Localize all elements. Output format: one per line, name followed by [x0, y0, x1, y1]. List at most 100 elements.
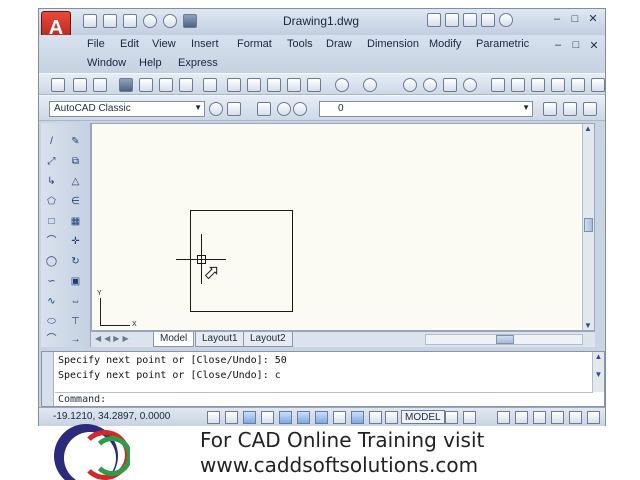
polyline-icon[interactable]: ↳: [45, 175, 58, 188]
save-icon[interactable]: [93, 78, 107, 92]
plot-icon[interactable]: [183, 14, 197, 28]
minimize-icon[interactable]: –: [549, 13, 565, 27]
polar-icon[interactable]: [279, 411, 292, 424]
quick-view-drawings-icon[interactable]: [463, 411, 476, 424]
menu-insert[interactable]: Insert: [191, 38, 219, 50]
lineweight-icon[interactable]: [369, 411, 382, 424]
arc-icon[interactable]: ⌒: [45, 235, 58, 248]
move-icon[interactable]: ✛: [69, 235, 82, 248]
block-editor-icon[interactable]: [307, 78, 321, 92]
restore-icon[interactable]: □: [567, 13, 583, 27]
layer-properties-icon[interactable]: [257, 102, 271, 116]
layer-states-icon[interactable]: [583, 102, 597, 116]
scroll-up-icon[interactable]: ▲: [584, 124, 592, 133]
quick-properties-icon[interactable]: [385, 411, 398, 424]
tab-navigation-arrows[interactable]: ◀◀▶▶: [95, 334, 132, 343]
offset-icon[interactable]: ∈: [69, 195, 82, 208]
save-icon[interactable]: [123, 14, 137, 28]
coordinate-display[interactable]: -19.1210, 34.2897, 0.0000: [53, 411, 170, 422]
grid-icon[interactable]: [243, 411, 256, 424]
quickcalc-icon[interactable]: [591, 78, 605, 92]
vertical-scrollbar[interactable]: ▲ ▼: [582, 124, 594, 330]
otrack-icon[interactable]: [315, 411, 328, 424]
pan-status-icon[interactable]: [497, 411, 510, 424]
dynamic-input-icon[interactable]: [351, 411, 364, 424]
erase-icon[interactable]: ✎: [69, 135, 82, 148]
close-icon[interactable]: ✕: [585, 13, 601, 27]
rectangle-icon[interactable]: □: [45, 215, 58, 228]
ducs-icon[interactable]: [333, 411, 346, 424]
scroll-down-icon[interactable]: ▼: [584, 321, 592, 330]
paste-icon[interactable]: [267, 78, 281, 92]
undo-icon[interactable]: [143, 14, 157, 28]
layer-on-icon[interactable]: [277, 102, 291, 116]
doc-minimize-icon[interactable]: –: [551, 39, 565, 52]
model-space-toggle[interactable]: MODEL: [401, 410, 445, 424]
new-icon[interactable]: [83, 14, 97, 28]
scale-icon[interactable]: ▣: [69, 275, 82, 288]
menu-format[interactable]: Format: [237, 38, 272, 50]
copy-object-icon[interactable]: ⧉: [69, 155, 82, 168]
showmotion-icon[interactable]: [551, 411, 564, 424]
communication-icon[interactable]: [463, 13, 477, 27]
zoom-window-icon[interactable]: [443, 78, 457, 92]
construction-line-icon[interactable]: ⤢: [45, 155, 58, 168]
3d-dwf-icon[interactable]: [179, 78, 193, 92]
workspace-settings-icon[interactable]: [209, 102, 223, 116]
extend-icon[interactable]: →: [69, 333, 82, 346]
doc-close-icon[interactable]: ✕: [587, 39, 601, 52]
polygon-icon[interactable]: ⬠: [45, 195, 58, 208]
menu-file[interactable]: File: [87, 38, 105, 50]
mirror-icon[interactable]: △: [69, 175, 82, 188]
menu-modify[interactable]: Modify: [429, 38, 461, 50]
stretch-icon[interactable]: ⇔: [69, 295, 82, 308]
layer-previous-icon[interactable]: [563, 102, 577, 116]
infer-constraints-icon[interactable]: [207, 411, 220, 424]
menu-dimension[interactable]: Dimension: [367, 38, 419, 50]
horizontal-scrollbar[interactable]: [425, 334, 583, 345]
rotate-icon[interactable]: ↻: [69, 255, 82, 268]
undo-icon[interactable]: [335, 78, 349, 92]
copy-icon[interactable]: [247, 78, 261, 92]
menu-draw[interactable]: Draw: [326, 38, 352, 50]
snap-icon[interactable]: [225, 411, 238, 424]
zoom-previous-icon[interactable]: [463, 78, 477, 92]
zoom-realtime-icon[interactable]: [423, 78, 437, 92]
publish-icon[interactable]: [159, 78, 173, 92]
sheet-set-manager-icon[interactable]: [551, 78, 565, 92]
ellipse-icon[interactable]: ⬭: [45, 315, 58, 328]
menu-help[interactable]: Help: [139, 57, 162, 69]
menu-edit[interactable]: Edit: [120, 38, 139, 50]
plot-preview-icon[interactable]: [139, 78, 153, 92]
tool-palettes-icon[interactable]: [531, 78, 545, 92]
array-icon[interactable]: ▦: [69, 215, 82, 228]
workspace-switching-icon[interactable]: [569, 411, 582, 424]
redo-icon[interactable]: [363, 78, 377, 92]
tab-model[interactable]: Model: [153, 332, 195, 347]
menu-express[interactable]: Express: [178, 57, 218, 69]
pan-icon[interactable]: [403, 78, 417, 92]
ellipse-arc-icon[interactable]: ⌒: [45, 333, 58, 346]
spline-icon[interactable]: ∿: [45, 295, 58, 308]
properties-icon[interactable]: [491, 78, 505, 92]
tab-layout1[interactable]: Layout1: [195, 332, 245, 347]
redo-icon[interactable]: [163, 14, 177, 28]
star-icon[interactable]: [481, 13, 495, 27]
line-icon[interactable]: /: [45, 135, 58, 148]
scroll-thumb[interactable]: [584, 218, 593, 232]
sheet-set-icon[interactable]: [203, 78, 217, 92]
menu-window[interactable]: Window: [87, 57, 126, 69]
markup-icon[interactable]: [571, 78, 585, 92]
hscroll-thumb[interactable]: [496, 335, 514, 344]
match-properties-icon[interactable]: [287, 78, 301, 92]
customize-icon[interactable]: [227, 102, 241, 116]
circle-icon[interactable]: ◯: [45, 255, 58, 268]
binoculars-icon[interactable]: [427, 13, 441, 27]
help-icon[interactable]: [499, 13, 513, 27]
osnap-icon[interactable]: [297, 411, 310, 424]
design-center-icon[interactable]: [511, 78, 525, 92]
drawing-canvas[interactable]: ⬈ Y X ▲ ▼: [91, 123, 595, 331]
ortho-icon[interactable]: [261, 411, 274, 424]
quick-view-layouts-icon[interactable]: [445, 411, 458, 424]
doc-restore-icon[interactable]: □: [569, 39, 583, 52]
